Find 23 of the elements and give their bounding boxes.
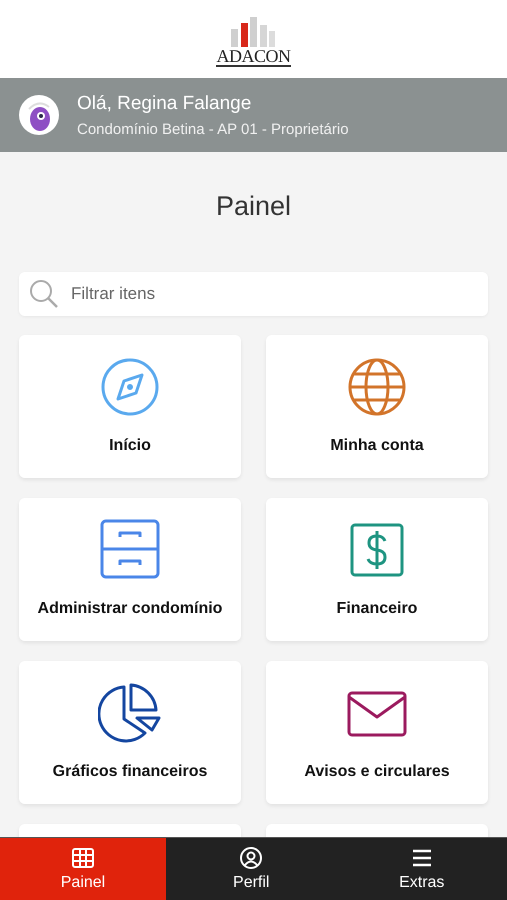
user-greeting: Olá, Regina Falange (77, 92, 252, 114)
avatar-icon (19, 95, 59, 135)
menu-tile[interactable]: Gráficos financeiros (19, 661, 241, 804)
search-field[interactable]: Filtrar itens (19, 272, 488, 316)
nav-tab[interactable]: Painel (0, 838, 166, 900)
search-field[interactable]: Filtrar itens (69, 283, 478, 305)
tile-label: Financeiro (336, 600, 418, 618)
search-icon (29, 279, 59, 309)
tile-label: Minha conta (330, 437, 424, 455)
logo-text: ADACON (216, 47, 290, 67)
tile-label: Início (109, 437, 151, 455)
menu-tile[interactable]: Minha conta (266, 335, 488, 478)
page-title: Painel (214, 190, 292, 223)
menu-tile[interactable]: Avisos e circulares (266, 661, 488, 804)
menu-tile[interactable]: Administrar condomínio (19, 498, 241, 641)
user-icon (239, 846, 264, 870)
user-subtitle: Condomínio Betina - AP 01 - Proprietário (77, 120, 349, 138)
grid-icon (71, 846, 95, 870)
menu-tile[interactable]: Financeiro (266, 498, 488, 641)
tile-label: Gráficos financeiros (52, 763, 208, 781)
tile-label: Administrar condomínio (38, 600, 222, 618)
tile-label: Avisos e circulares (304, 763, 450, 781)
menu-tile[interactable]: Início (19, 335, 241, 478)
